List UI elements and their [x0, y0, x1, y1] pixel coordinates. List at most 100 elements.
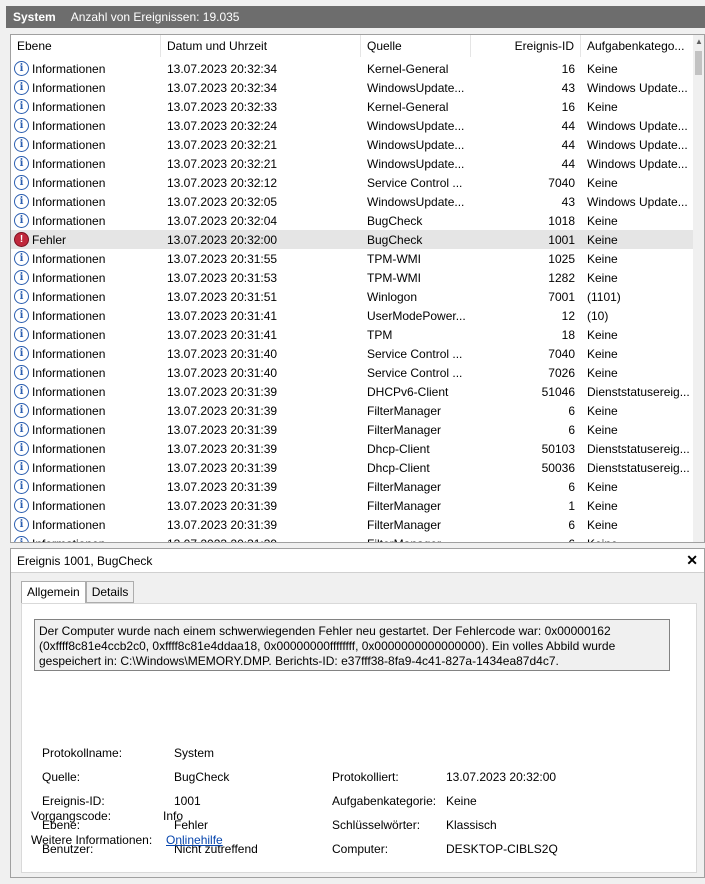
detail-header: Ereignis 1001, BugCheck ✕: [11, 549, 704, 573]
table-row[interactable]: i Informationen 13.07.2023 20:32:24 Windows…: [11, 116, 695, 135]
info-icon: i: [14, 365, 29, 380]
table-row[interactable]: i Informationen 13.07.2023 20:31:41 TPM 18 Ke…: [11, 325, 695, 344]
table-row[interactable]: i Informationen 13.07.2023 20:32:21 Windows…: [11, 135, 695, 154]
table-row[interactable]: iInformationen13.07.2023 20:31:39FilterM…: [11, 477, 695, 496]
label-computer: Computer:: [332, 842, 389, 856]
cell-task-category: (10): [587, 308, 609, 323]
table-row[interactable]: i Informationen 13.07.2023 20:31:39 DHCPv6-…: [11, 382, 695, 401]
column-task-category[interactable]: Aufgabenkatego...: [581, 35, 695, 57]
table-row[interactable]: i Informationen 13.07.2023 20:31:40 Service…: [11, 344, 695, 363]
cell-level: iInformationen: [11, 498, 161, 513]
table-row[interactable]: i Informationen 13.07.2023 20:31:53 TPM-WMI…: [11, 268, 695, 287]
column-date[interactable]: Datum und Uhrzeit: [161, 35, 361, 57]
table-row[interactable]: iInformationen13.07.2023 20:31:39FilterM…: [11, 515, 695, 534]
cell-event-id: 51046: [541, 384, 575, 399]
cell-source: BugCheck: [367, 213, 423, 228]
table-row[interactable]: i Informationen 13.07.2023 20:31:55 TPM-WMI…: [11, 249, 695, 268]
info-icon: i: [14, 498, 29, 513]
tab-details[interactable]: Details: [85, 581, 135, 603]
cell-source: Dhcp-Client: [367, 441, 430, 456]
cell-level: iInformationen: [11, 517, 161, 532]
vertical-scrollbar[interactable]: ▲: [693, 35, 704, 542]
detail-title: Ereignis 1001, BugCheck: [17, 553, 153, 568]
cell-task-category: Windows Update...: [587, 194, 688, 209]
table-row[interactable]: ! Fehler 13.07.2023 20:32:00 BugCheck 1001 Ke…: [11, 230, 695, 249]
level-text: Informationen: [32, 80, 106, 95]
detail-tabs: Allgemein Details: [21, 581, 135, 604]
table-row[interactable]: iInformationen13.07.2023 20:31:39FilterM…: [11, 496, 695, 515]
cell-task-category: (1101): [587, 289, 621, 304]
cell-date: 13.07.2023 20:31:39: [167, 384, 278, 399]
level-text: Informationen: [32, 327, 106, 342]
log-name: System: [13, 10, 56, 24]
event-list[interactable]: Ebene Datum und Uhrzeit Quelle Ereignis-…: [10, 34, 705, 543]
column-level[interactable]: Ebene: [11, 35, 161, 57]
cell-level: iInformationen: [11, 308, 161, 323]
cell-event-id: 18: [561, 327, 575, 342]
level-text: Informationen: [32, 479, 106, 494]
tab-allgemein[interactable]: Allgemein: [21, 581, 86, 604]
cell-event-id: 50103: [541, 441, 575, 456]
table-row[interactable]: i Informationen 13.07.2023 20:32:12 Service…: [11, 173, 695, 192]
label-schluesselwoerter: Schlüsselwörter:: [332, 818, 421, 832]
info-icon: i: [14, 536, 29, 542]
cell-source: WindowsUpdate...: [367, 156, 465, 171]
value-computer: DESKTOP-CIBLS2Q: [446, 842, 558, 856]
scrollbar-thumb[interactable]: [695, 51, 702, 75]
table-row[interactable]: iInformationen13.07.2023 20:31:39FilterM…: [11, 401, 695, 420]
cell-date: 13.07.2023 20:32:34: [167, 80, 278, 95]
cell-event-id: 50036: [541, 460, 575, 475]
cell-event-id: 43: [561, 80, 575, 95]
cell-date: 13.07.2023 20:31:39: [167, 460, 278, 475]
title-bar: System Anzahl von Ereignissen: 19.035: [0, 0, 705, 30]
cell-source: TPM: [367, 327, 393, 342]
info-icon: i: [14, 80, 29, 95]
level-text: Informationen: [32, 460, 106, 475]
table-row[interactable]: i Informationen 13.07.2023 20:32:05 Windows…: [11, 192, 695, 211]
value-protokollname: System: [174, 746, 215, 760]
cell-date: 13.07.2023 20:31:39: [167, 441, 278, 456]
level-text: Informationen: [32, 251, 106, 266]
table-row[interactable]: iInformationen13.07.2023 20:31:39FilterM…: [11, 534, 695, 543]
cell-event-id: 6: [568, 403, 575, 418]
column-event-id[interactable]: Ereignis-ID: [471, 35, 581, 57]
event-message[interactable]: Der Computer wurde nach einem schwerwieg…: [34, 619, 670, 671]
info-icon: i: [14, 460, 29, 475]
table-row[interactable]: i Informationen 13.07.2023 20:32:21 Windows…: [11, 154, 695, 173]
table-row[interactable]: i Informationen 13.07.2023 20:32:34 Windows…: [11, 78, 695, 97]
info-icon: i: [14, 403, 29, 418]
info-icon: i: [14, 441, 29, 456]
cell-task-category: Keine: [587, 327, 618, 342]
cell-level: iInformationen: [11, 137, 161, 152]
level-text: Informationen: [32, 365, 106, 380]
label-protokolliert: Protokolliert:: [332, 770, 399, 784]
level-text: Informationen: [32, 194, 106, 209]
scroll-up-icon[interactable]: ▲: [695, 37, 703, 46]
cell-source: WindowsUpdate...: [367, 118, 465, 133]
table-row[interactable]: i Informationen 13.07.2023 20:31:39 Dhcp-Cl…: [11, 458, 695, 477]
info-icon: i: [14, 327, 29, 342]
table-row[interactable]: i Informationen 13.07.2023 20:31:39 Dhcp-Cl…: [11, 439, 695, 458]
table-row[interactable]: i Informationen 13.07.2023 20:32:34 Kernel-…: [11, 59, 695, 78]
cell-task-category: Keine: [581, 537, 695, 543]
level-text: Informationen: [32, 537, 105, 543]
table-row[interactable]: i Informationen 13.07.2023 20:32:33 Kernel-…: [11, 97, 695, 116]
cell-level: iInformationen: [11, 422, 161, 437]
cell-level: iInformationen: [11, 536, 161, 543]
table-row[interactable]: i Informationen 13.07.2023 20:31:51 Winlogo…: [11, 287, 695, 306]
cell-source: DHCPv6-Client: [367, 384, 449, 399]
table-row[interactable]: i Informationen 13.07.2023 20:31:40 Service…: [11, 363, 695, 382]
cell-source: WindowsUpdate...: [367, 80, 465, 95]
cell-task-category: Keine: [587, 61, 618, 76]
info-icon: i: [14, 384, 29, 399]
info-icon: i: [14, 213, 29, 228]
column-source[interactable]: Quelle: [361, 35, 471, 57]
table-row[interactable]: iInformationen13.07.2023 20:31:39FilterM…: [11, 420, 695, 439]
cell-source: Winlogon: [367, 289, 418, 304]
info-icon: i: [14, 346, 29, 361]
close-icon[interactable]: ✕: [686, 552, 698, 569]
table-row[interactable]: i Informationen 13.07.2023 20:31:41 UserMod…: [11, 306, 695, 325]
level-text: Informationen: [32, 517, 106, 532]
online-help-link[interactable]: Onlinehilfe: [166, 833, 223, 847]
table-row[interactable]: i Informationen 13.07.2023 20:32:04 BugChec…: [11, 211, 695, 230]
